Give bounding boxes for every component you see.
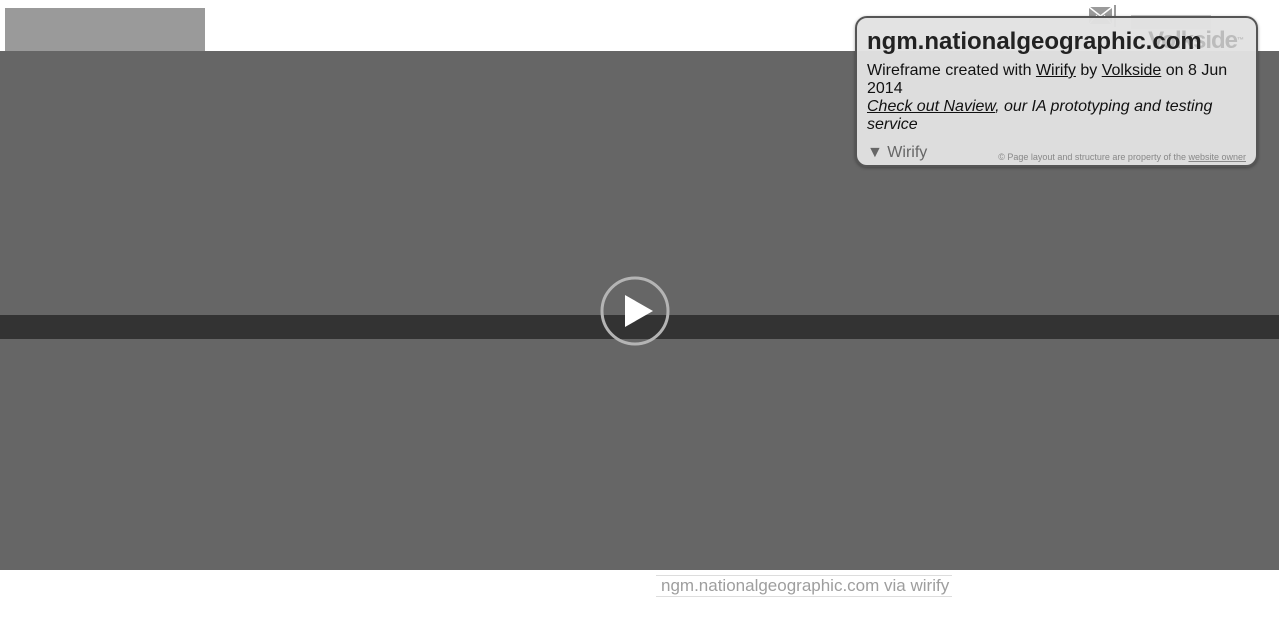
website-owner-link[interactable]: website owner xyxy=(1188,152,1246,162)
copyright-symbol: © xyxy=(998,152,1005,162)
play-button[interactable] xyxy=(600,276,670,346)
logo-placeholder[interactable] xyxy=(5,8,205,52)
wireframe-credit: Wireframe created with Wirify by Volksid… xyxy=(867,62,1246,98)
wirify-toggle-button[interactable]: ▼ Wirify xyxy=(867,144,927,162)
credit-prefix: Wireframe created with xyxy=(867,62,1036,79)
credit-by: by xyxy=(1075,62,1102,79)
volkside-link[interactable]: Volkside xyxy=(1102,62,1162,79)
naview-link[interactable]: Check out Naview xyxy=(867,98,995,115)
naview-promo: Check out Naview, our IA prototyping and… xyxy=(867,98,1246,134)
copyright-text: Page layout and structure are property o… xyxy=(1004,152,1189,162)
wirify-source-link[interactable]: ngm.nationalgeographic.com via wirify xyxy=(656,575,952,597)
wirify-link[interactable]: Wirify xyxy=(1036,62,1076,79)
copyright-notice: © Page layout and structure are property… xyxy=(998,152,1246,162)
play-icon xyxy=(600,276,670,346)
wirify-info-popup: Volkside™ ngm.nationalgeographic.com Wir… xyxy=(855,16,1258,167)
popup-footer: ▼ Wirify © Page layout and structure are… xyxy=(867,144,1246,164)
page-title: ngm.nationalgeographic.com xyxy=(867,28,1202,55)
